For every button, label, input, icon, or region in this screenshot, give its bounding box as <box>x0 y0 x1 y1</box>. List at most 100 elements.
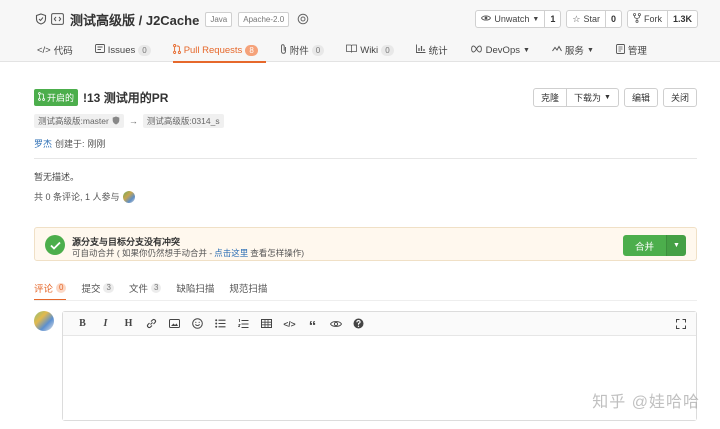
branch-row: 测试高级版:master → 测试高级版:0314_s <box>34 114 224 128</box>
tab-issues-label: Issues <box>107 44 136 56</box>
chevron-down-icon: ▼ <box>604 94 611 101</box>
participants-text: 共 0 条评论, 1 人参与 <box>34 192 120 202</box>
star-count[interactable]: 0 <box>606 11 621 27</box>
star-button[interactable]: ☆ Star 0 <box>566 10 622 28</box>
manual-merge-link[interactable]: 点击这里 <box>214 247 248 259</box>
created-time: 刚刚 <box>87 139 106 149</box>
divider <box>34 158 697 159</box>
fullscreen-icon[interactable] <box>673 316 688 331</box>
chevron-down-icon: ▼ <box>532 15 540 23</box>
author-link[interactable]: 罗杰 <box>34 137 52 150</box>
stats-icon <box>415 44 426 56</box>
manage-icon <box>615 43 625 57</box>
download-button[interactable]: 下载为 ▼ <box>567 88 619 107</box>
link-icon[interactable] <box>144 316 159 331</box>
tab-service[interactable]: 服务 ▼ <box>552 38 604 62</box>
close-button[interactable]: 关闭 <box>662 88 697 107</box>
tab-devops[interactable]: DevOps ▼ <box>470 38 540 62</box>
star-label-wrap[interactable]: ☆ Star <box>567 11 606 27</box>
tab-comments[interactable]: 评论 0 <box>34 279 67 301</box>
code-repo-icon <box>51 13 64 26</box>
edit-button[interactable]: 编辑 <box>623 88 658 107</box>
source-branch-label: 测试高级版:master <box>38 116 109 126</box>
tab-wiki-label: Wiki <box>360 44 379 56</box>
branch-arrow-icon: → <box>128 116 138 126</box>
tab-attachments-count: 0 <box>311 44 325 56</box>
pr-title: !13 测试用的PR <box>83 91 169 105</box>
clone-button[interactable]: 克隆 <box>533 88 568 107</box>
wiki-icon <box>346 44 358 56</box>
pr-actions: 克隆 下载为 ▼ 编辑 关闭 <box>533 88 697 107</box>
tab-defect-scan[interactable]: 缺陷扫描 <box>176 279 214 297</box>
tab-issues-count: 0 <box>138 44 151 56</box>
preview-icon[interactable] <box>328 316 343 331</box>
chevron-down-icon: ▼ <box>673 242 680 249</box>
tab-manage-label: 管理 <box>627 46 647 57</box>
chevron-down-icon: ▼ <box>522 46 530 54</box>
fork-count[interactable]: 1.3K <box>668 11 697 27</box>
bold-icon[interactable]: B <box>75 316 90 331</box>
source-branch[interactable]: 测试高级版:master <box>34 114 124 128</box>
tab-code-label: 代码 <box>53 46 73 57</box>
tab-spec-scan[interactable]: 规范扫描 <box>229 279 267 297</box>
tab-pull-requests-count: 8 <box>245 44 258 56</box>
license-tag[interactable]: Apache-2.0 <box>238 11 290 27</box>
avatar[interactable] <box>34 311 54 331</box>
tab-attachments[interactable]: 附件 0 <box>280 38 334 62</box>
ordered-list-icon[interactable] <box>236 316 251 331</box>
tab-commits[interactable]: 提交 3 <box>81 279 114 297</box>
tab-files[interactable]: 文件 3 <box>128 279 162 297</box>
code-icon[interactable]: </> <box>282 316 297 331</box>
pr-description: 暂无描述。 <box>34 172 80 182</box>
shield-icon <box>112 116 120 127</box>
tab-stats[interactable]: 统计 <box>415 38 458 62</box>
merge-options-dropdown[interactable]: ▼ <box>666 235 686 256</box>
fork-label-wrap[interactable]: Fork <box>628 11 668 27</box>
tab-manage[interactable]: 管理 <box>615 38 657 62</box>
fork-button[interactable]: Fork 1.3K <box>626 10 698 28</box>
created-prefix: 创建于: <box>55 139 85 149</box>
tab-comments-label: 评论 <box>34 284 54 295</box>
quote-icon[interactable]: “ <box>305 316 320 335</box>
tab-wiki[interactable]: Wiki 0 <box>346 38 403 62</box>
emoji-icon[interactable] <box>190 316 205 331</box>
tab-files-count: 3 <box>150 283 162 293</box>
pull-request-icon <box>172 43 181 57</box>
tab-pull-requests-label: Pull Requests <box>183 44 243 56</box>
watch-count[interactable]: 1 <box>545 11 560 27</box>
tab-stats-label: 统计 <box>428 46 448 57</box>
table-icon[interactable] <box>259 316 274 331</box>
tab-issues[interactable]: Issues 0 <box>94 38 161 62</box>
issues-icon <box>94 44 105 56</box>
fork-label: Fork <box>643 14 662 24</box>
chevron-down-icon: ▼ <box>586 46 594 54</box>
tab-service-label: 服务 <box>564 46 584 57</box>
settings-badge-icon[interactable] <box>296 13 309 26</box>
tab-spec-scan-label: 规范扫描 <box>229 284 268 295</box>
help-icon[interactable] <box>351 316 366 331</box>
attachment-icon <box>280 43 287 57</box>
tab-code[interactable]: </> 代码 <box>37 38 83 62</box>
participants-summary: 共 0 条评论, 1 人参与 <box>34 190 135 203</box>
tab-comments-count: 0 <box>56 283 67 293</box>
tab-pull-requests[interactable]: Pull Requests 8 <box>172 38 268 63</box>
unwatch-button[interactable]: Unwatch ▼ 1 <box>475 10 562 28</box>
merge-button[interactable]: 合并 <box>622 235 666 256</box>
repo-header: 测试高级版 / J2Cache Java Apache-2.0 Unwatch … <box>0 0 720 63</box>
repo-tabs: </> 代码 Issues 0 Pull Requests 8 附件 0 Wik… <box>37 38 669 63</box>
heading-icon[interactable]: H <box>121 316 136 331</box>
unwatch-label-wrap[interactable]: Unwatch ▼ <box>476 11 546 27</box>
repo-name[interactable]: 测试高级版 / J2Cache <box>70 10 199 29</box>
merge-status-box: 源分支与目标分支没有冲突 可自动合并 ( 如果你仍然想手动合并 - 点击这里 查… <box>34 227 697 261</box>
watermark: 知乎 @娃哈哈 <box>592 394 700 411</box>
avatar[interactable] <box>122 190 135 203</box>
star-label: Star <box>583 14 600 24</box>
fork-icon <box>633 13 641 25</box>
tab-files-label: 文件 <box>128 284 148 295</box>
italic-icon[interactable]: I <box>98 316 113 331</box>
unordered-list-icon[interactable] <box>213 316 228 331</box>
language-tag[interactable]: Java <box>205 11 233 27</box>
target-branch[interactable]: 测试高级版:0314_s <box>142 114 224 128</box>
tab-commits-count: 3 <box>103 283 114 293</box>
image-icon[interactable] <box>167 316 182 331</box>
